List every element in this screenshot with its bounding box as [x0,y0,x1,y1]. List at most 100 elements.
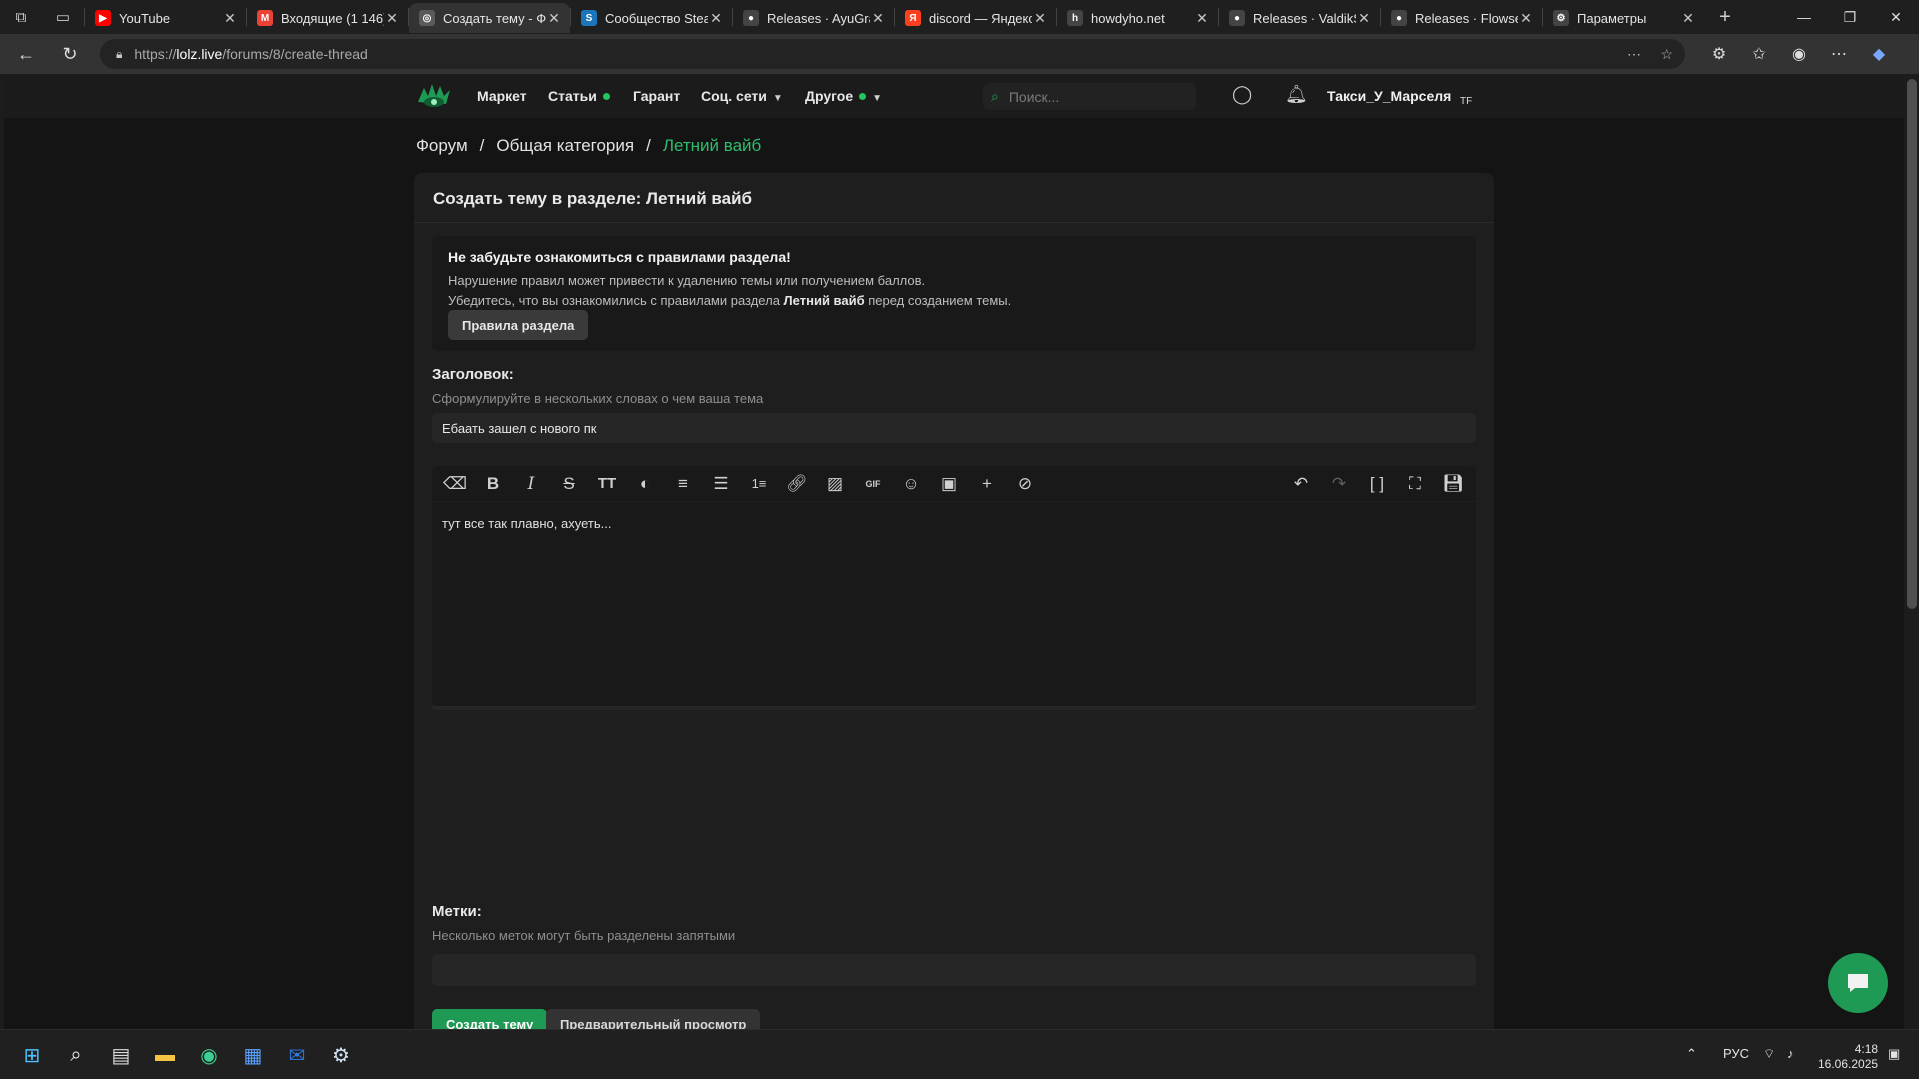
align-icon[interactable]: ≡ [664,468,702,500]
site-logo-icon[interactable] [416,80,452,110]
favorite-star-icon[interactable]: ☆ [1660,46,1673,63]
close-tab-icon[interactable]: ✕ [1356,10,1372,27]
url-domain: lolz.live [176,46,223,62]
copilot-icon[interactable]: ◆ [1861,38,1897,70]
show-hidden-icons-icon[interactable]: ⌃ [1686,1046,1697,1062]
close-tab-icon[interactable]: ✕ [1194,10,1210,27]
breadcrumb-separator: / [479,136,485,155]
fullscreen-icon[interactable]: ⛶ [1396,468,1434,500]
input-language[interactable]: РУС [1723,1046,1749,1061]
breadcrumb-category[interactable]: Общая категория [496,136,634,156]
back-icon[interactable]: ← [8,36,44,72]
volume-icon[interactable]: ♪ [1787,1046,1794,1061]
youtube-icon: ▶ [95,10,111,26]
avatar[interactable]: TF [1450,82,1480,112]
nav-social[interactable]: Соц. сети ▼ [701,88,783,104]
start-icon[interactable]: ⊞ [17,1040,47,1070]
minimize-icon[interactable]: — [1781,0,1827,34]
outlook-icon[interactable]: ✉ [282,1040,312,1070]
font-size-icon[interactable]: TT [588,468,626,500]
link-icon[interactable]: 🔗︎ [778,468,816,500]
page-title: Создать тему в разделе: Летний вайб [414,173,1494,223]
steam-icon[interactable]: ⚙ [326,1040,356,1070]
site-search-input[interactable]: ⌕ Поиск... [983,83,1196,110]
chat-button[interactable] [1828,953,1888,1013]
wifi-icon[interactable]: ⌔ [1763,1046,1775,1062]
close-tab-icon[interactable]: ✕ [1680,10,1696,27]
store-icon[interactable]: ▦ [238,1040,268,1070]
color-icon[interactable]: ◐ [626,468,664,500]
workspaces-icon[interactable]: ⧉ [0,0,42,34]
breadcrumb-current[interactable]: Летний вайб [663,136,761,156]
nav-guarantor[interactable]: Гарант [633,88,680,104]
create-thread-button[interactable]: Создать тему [432,1009,548,1029]
notifications-icon[interactable]: ▣ [1888,1046,1900,1062]
preview-button[interactable]: Предварительный просмотр [546,1009,761,1029]
profile-icon[interactable]: ◉ [1781,38,1817,70]
username[interactable]: Такси_У_Марселя [1327,88,1451,104]
hide-content-icon[interactable]: ⊘ [1006,468,1044,500]
bulleted-list-icon[interactable]: ☰ [702,468,740,500]
system-clock[interactable]: 4:18 16.06.2025 [1818,1042,1878,1072]
browser-tab[interactable]: ● Releases · Flowsea ✕ [1381,3,1542,33]
conversations-icon[interactable]: ◯ [1232,84,1252,105]
media-icon[interactable]: ▣ [930,468,968,500]
insert-more-icon[interactable]: + [968,468,1006,500]
task-view-icon[interactable]: ▤ [106,1040,136,1070]
clear-format-icon[interactable]: ⌫ [436,468,474,500]
strikethrough-icon[interactable]: S [550,468,588,500]
close-window-icon[interactable]: ✕ [1873,0,1919,34]
browser-tab[interactable]: Яdiscord — Яндекс ✕ [895,3,1056,33]
browser-tab[interactable]: ◎ Создать тему - Фо ✕ [409,3,570,33]
url-field[interactable]: 🔒︎ https://lolz.live/forums/8/create-thr… [100,39,1685,69]
restore-icon[interactable]: ❐ [1827,0,1873,34]
browser-tab[interactable]: M Входящие (1 146) ✕ [247,3,408,33]
emoji-icon[interactable]: ☺ [892,468,930,500]
bbcode-toggle-icon[interactable]: [ ] [1358,468,1396,500]
close-tab-icon[interactable]: ✕ [870,10,886,27]
nav-other[interactable]: Другое ▼ [805,88,882,104]
reader-icon[interactable]: ⋯ [1627,46,1641,63]
menu-icon[interactable]: ⋯ [1821,38,1857,70]
undo-icon[interactable]: ↶ [1282,468,1320,500]
browser-tab[interactable]: ▶ YouTube ✕ [85,3,246,33]
section-rules-button[interactable]: Правила раздела [448,310,589,340]
save-draft-icon[interactable]: 💾︎ [1434,468,1472,500]
italic-icon[interactable]: I [512,468,550,500]
close-tab-icon[interactable]: ✕ [222,10,238,27]
numbered-list-icon[interactable]: 1≡ [740,468,778,500]
extensions-icon[interactable]: ⚙ [1701,38,1737,70]
close-tab-icon[interactable]: ✕ [1032,10,1048,27]
tags-input[interactable] [432,954,1476,986]
notifications-bell-icon[interactable]: 🔔︎ [1285,84,1308,105]
image-icon[interactable]: ▨ [816,468,854,500]
thread-title-input[interactable]: Ебаать зашел с нового пк [432,413,1476,443]
redo-icon[interactable]: ↷ [1320,468,1358,500]
new-tab-button[interactable]: + [1704,0,1746,34]
page-scrollbar[interactable] [1907,79,1917,609]
gif-icon[interactable]: GIF [854,468,892,500]
tab-actions-icon[interactable]: ▭ [42,0,84,34]
breadcrumb-forum[interactable]: Форум [416,136,468,156]
lock-icon[interactable]: 🔒︎ [116,47,122,62]
close-tab-icon[interactable]: ✕ [708,10,724,27]
browser-tab[interactable]: ● Releases · ValdikSS✕ [1219,3,1380,33]
bold-icon[interactable]: B [474,468,512,500]
edge-icon[interactable]: ◉ [194,1040,224,1070]
close-tab-icon[interactable]: ✕ [384,10,400,27]
tags-hint: Несколько меток могут быть разделены зап… [432,928,736,943]
file-explorer-icon[interactable]: ▬ [150,1040,180,1070]
browser-tab[interactable]: S Сообщество Stean ✕ [571,3,732,33]
favorites-icon[interactable]: ✩ [1741,38,1777,70]
nav-market[interactable]: Маркет [477,88,527,104]
search-icon[interactable]: ⌕ [61,1040,91,1070]
reload-icon[interactable]: ↻ [52,36,88,72]
browser-tab[interactable]: h howdyho.net ✕ [1057,3,1218,33]
editor-resize-bar[interactable] [432,706,1476,710]
browser-tab[interactable]: ⚙ Параметры ✕ [1543,3,1704,33]
close-tab-icon[interactable]: ✕ [1518,10,1534,27]
nav-articles[interactable]: Статьи [548,88,610,104]
browser-tab[interactable]: ● Releases · AyuGran✕ [733,3,894,33]
editor-content-area[interactable]: тут все так плавно, ахуеть... [432,502,1476,545]
close-tab-icon[interactable]: ✕ [546,10,562,27]
